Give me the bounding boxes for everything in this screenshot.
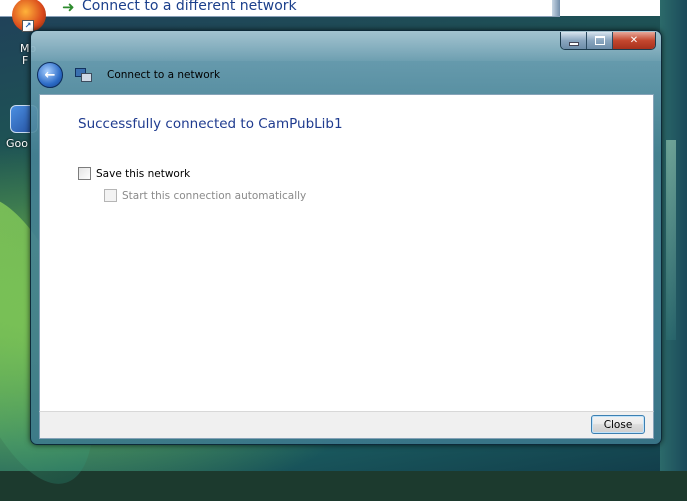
minimize-button[interactable]: [561, 32, 587, 49]
close-window-button[interactable]: ✕: [613, 32, 655, 49]
dialog-title: Connect to a network: [107, 69, 221, 81]
success-message: Successfully connected to CamPubLib1: [78, 116, 343, 132]
maximize-button[interactable]: [587, 32, 613, 49]
sidebar-edge: [660, 0, 687, 471]
sidebar-highlight: [666, 140, 676, 340]
background-panel: [560, 0, 660, 16]
auto-start-label: Start this connection automatically: [122, 189, 307, 202]
desktop-label-google: Goo: [6, 137, 28, 150]
connect-dialog: ✕ ← Connect to a network Successfully co…: [30, 30, 662, 445]
minimize-icon: [568, 41, 579, 46]
save-network-checkbox[interactable]: [78, 167, 91, 180]
caption-buttons: ✕: [560, 32, 656, 50]
auto-start-checkbox: [104, 189, 117, 202]
save-network-label[interactable]: Save this network: [96, 168, 190, 180]
navigation-bar: ← Connect to a network: [37, 62, 221, 88]
desktop-label-firefox-2: F: [22, 54, 29, 67]
dialog-footer: Close: [39, 411, 654, 439]
close-icon: ✕: [629, 35, 639, 46]
back-arrow-icon: ←: [44, 67, 56, 83]
dialog-content: Successfully connected to CamPubLib1 Sav…: [39, 94, 654, 412]
connect-different-network-link[interactable]: Connect to a different network: [82, 0, 297, 14]
network-icon: [75, 68, 92, 82]
network-popup: ➜ Connect to a different network: [0, 0, 562, 17]
back-button[interactable]: ←: [37, 62, 63, 88]
save-network-row[interactable]: Save this network: [78, 167, 190, 180]
maximize-icon: [594, 36, 605, 45]
auto-start-row: Start this connection automatically: [104, 189, 306, 202]
green-arrow-icon: ➜: [62, 0, 75, 16]
close-button[interactable]: Close: [591, 415, 645, 434]
